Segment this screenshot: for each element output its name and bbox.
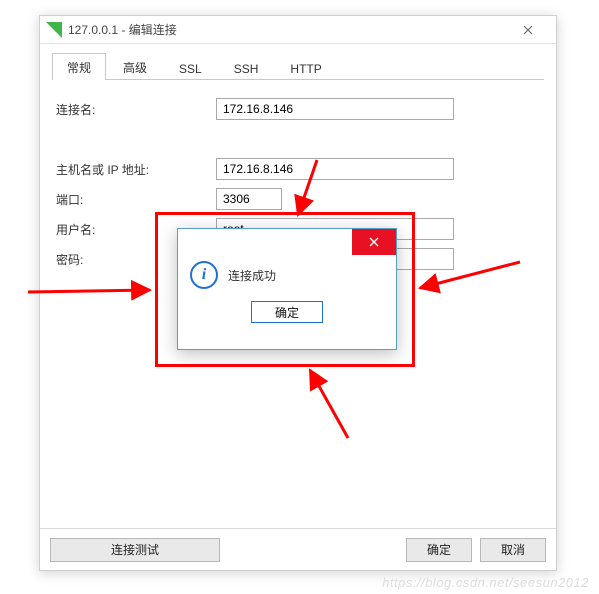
tab-advanced[interactable]: 高级	[108, 53, 162, 80]
connection-success-dialog: i 连接成功 确定	[177, 228, 397, 350]
test-connection-button[interactable]: 连接测试	[50, 538, 220, 562]
close-icon	[523, 25, 533, 35]
dialog-close-button[interactable]	[352, 229, 396, 255]
tab-ssh[interactable]: SSH	[219, 56, 274, 80]
host-input[interactable]	[216, 158, 454, 180]
window-title: 127.0.0.1 - 编辑连接	[68, 21, 177, 38]
close-icon	[369, 237, 379, 247]
cancel-button[interactable]: 取消	[480, 538, 546, 562]
tabstrip: 常规 高级 SSL SSH HTTP	[52, 54, 544, 80]
label-port: 端口:	[56, 191, 216, 208]
port-input[interactable]	[216, 188, 282, 210]
window-close-button[interactable]	[508, 18, 548, 42]
connection-name-input[interactable]	[216, 98, 454, 120]
info-icon: i	[190, 261, 218, 289]
app-icon	[46, 22, 62, 38]
label-host: 主机名或 IP 地址:	[56, 161, 216, 178]
footer: 连接测试 确定 取消	[40, 528, 556, 570]
label-connection-name: 连接名:	[56, 101, 216, 118]
dialog-message: 连接成功	[228, 267, 276, 284]
dialog-ok-button[interactable]: 确定	[251, 301, 323, 323]
ok-button[interactable]: 确定	[406, 538, 472, 562]
tab-general[interactable]: 常规	[52, 53, 106, 80]
dialog-titlebar[interactable]	[178, 229, 396, 255]
tab-http[interactable]: HTTP	[275, 56, 336, 80]
watermark: https://blog.csdn.net/seesun2012	[382, 575, 589, 590]
tab-ssl[interactable]: SSL	[164, 56, 217, 80]
titlebar[interactable]: 127.0.0.1 - 编辑连接	[40, 16, 556, 44]
